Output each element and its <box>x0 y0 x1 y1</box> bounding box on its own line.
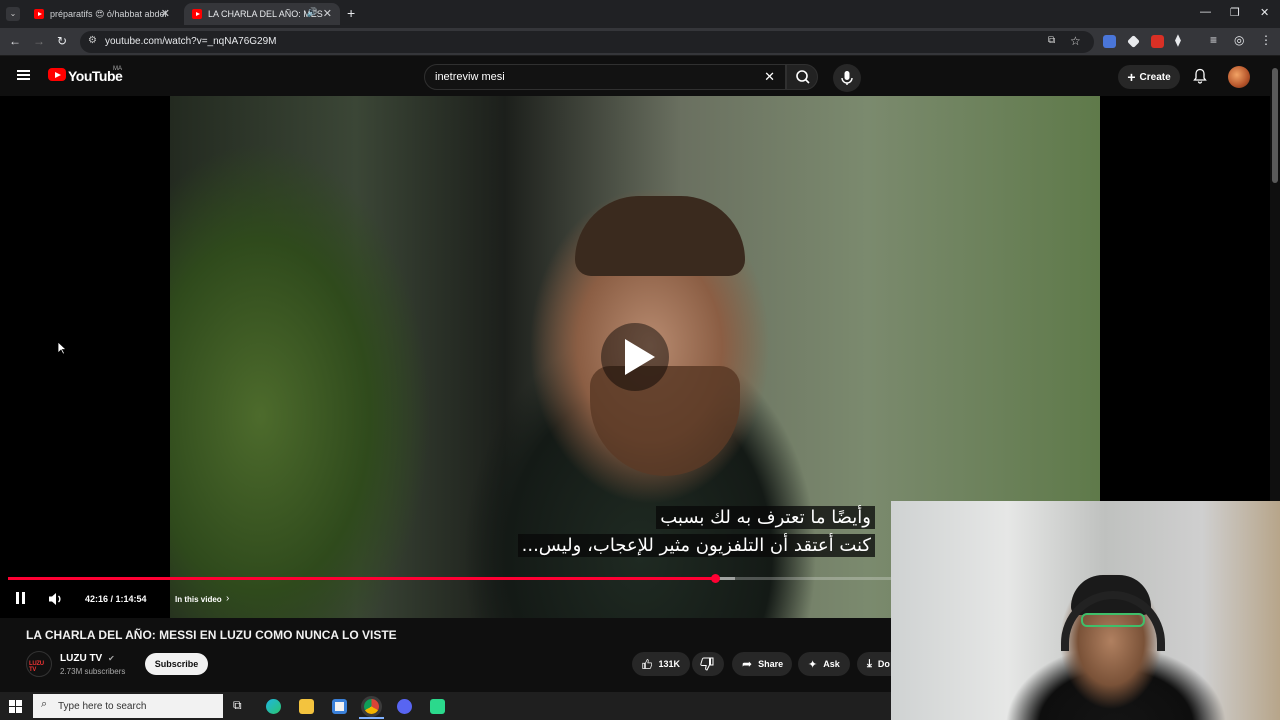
scrollbar-thumb[interactable] <box>1272 68 1278 183</box>
close-tab-icon[interactable]: ✕ <box>161 7 170 20</box>
profile-icon[interactable]: ◎ <box>1234 33 1244 47</box>
address-bar[interactable]: ⚙ youtube.com/watch?v=_nqNA76G29M ⧉ ☆ <box>80 31 1094 53</box>
store-icon[interactable] <box>332 699 347 714</box>
taskbar-search-placeholder: Type here to search <box>58 701 147 712</box>
play-overlay-icon[interactable] <box>601 323 669 391</box>
subscriber-count: 2.73M subscribers <box>60 667 126 676</box>
pdf-extension-icon[interactable] <box>1151 35 1164 48</box>
youtube-header: YouTube MA inetreviw mesi ✕ + Create <box>0 56 1280 96</box>
download-label: Do <box>877 659 890 669</box>
notifications-bell-icon[interactable] <box>1192 68 1208 84</box>
volume-icon[interactable] <box>48 592 64 606</box>
share-label: Share <box>758 659 784 669</box>
search-query-text: inetreviw mesi <box>435 71 505 83</box>
video-title: LA CHARLA DEL AÑO: MESSI EN LUZU COMO NU… <box>26 628 397 642</box>
close-tab-icon[interactable]: ✕ <box>323 7 332 20</box>
download-icon: ⤓ <box>867 657 872 670</box>
audio-playing-icon[interactable]: 🔊 <box>307 7 318 18</box>
video-hair <box>575 196 745 276</box>
url-text: youtube.com/watch?v=_nqNA76G29M <box>105 36 277 47</box>
browser-toolbar: ← → ↻ ⚙ youtube.com/watch?v=_nqNA76G29M … <box>0 28 1280 56</box>
tab-search-icon[interactable]: ⌄ <box>6 7 20 21</box>
create-label: Create <box>1139 71 1171 83</box>
site-info-icon[interactable]: ⚙ <box>88 35 97 46</box>
discord-icon[interactable] <box>397 699 412 714</box>
pause-icon <box>16 592 19 604</box>
country-code: MA <box>113 66 122 72</box>
dislike-button[interactable] <box>692 652 724 676</box>
extensions-puzzle-icon[interactable]: ⧫ <box>1175 33 1181 47</box>
restore-icon[interactable]: ❐ <box>1230 6 1240 19</box>
windows-start-icon[interactable] <box>9 700 22 713</box>
channel-name-text: LUZU TV <box>60 653 103 664</box>
browser-tab-bar: ⌄ préparatifs 😍 ό/habbat abdel ✕ LA CHAR… <box>0 0 1280 28</box>
search-icon: ⌕ <box>41 698 48 710</box>
download-button[interactable]: ⤓ Do <box>857 652 891 676</box>
create-button[interactable]: + Create <box>1118 65 1180 89</box>
pause-button[interactable] <box>15 592 27 604</box>
sparkle-icon: ✦ <box>808 658 818 671</box>
clear-search-icon[interactable]: ✕ <box>764 69 775 85</box>
task-view-icon[interactable]: ⧉ <box>233 698 242 713</box>
ask-label: Ask <box>823 659 840 669</box>
chrome-icon[interactable] <box>364 699 379 714</box>
forward-icon[interactable]: → <box>33 34 45 48</box>
extension-icon[interactable] <box>1127 35 1140 48</box>
app-icon[interactable] <box>430 699 445 714</box>
install-app-icon[interactable]: ⧉ <box>1048 35 1055 46</box>
youtube-favicon-icon <box>192 9 202 19</box>
verified-badge-icon: ✔ <box>108 654 115 663</box>
active-app-indicator <box>359 717 384 719</box>
channel-name[interactable]: LUZU TV ✔ <box>60 653 115 664</box>
minimize-icon[interactable]: — <box>1200 6 1211 18</box>
microphone-icon <box>841 71 853 85</box>
browser-tab-1[interactable]: préparatifs 😍 ό/habbat abdel ✕ <box>26 3 178 25</box>
new-tab-button[interactable]: + <box>347 5 355 21</box>
chapter-label: In this video <box>175 595 222 604</box>
taskbar-search-input[interactable]: ⌕ Type here to search <box>33 694 223 718</box>
ask-button[interactable]: ✦ Ask <box>798 652 850 676</box>
share-button[interactable]: ➦ Share <box>732 652 792 676</box>
browser-tab-2[interactable]: LA CHARLA DEL AÑO: MES 🔊 ✕ <box>184 3 340 25</box>
glasses-icon <box>1081 613 1145 627</box>
search-icon <box>796 70 810 84</box>
channel-avatar[interactable]: LUZU TV <box>26 651 52 677</box>
channel-avatar-text: LUZU TV <box>29 661 44 673</box>
windows-taskbar: ⌕ Type here to search ⧉ <box>0 692 891 720</box>
like-count: 131K <box>658 659 680 669</box>
webcam-overlay <box>891 501 1280 720</box>
progress-played <box>8 577 716 580</box>
like-button[interactable]: 131K <box>632 652 690 676</box>
subtitle-line-1: وأيضًا ما تعترف به لك بسبب <box>656 506 875 529</box>
page-scrollbar[interactable] <box>1270 56 1280 501</box>
chevron-right-icon: › <box>226 593 230 604</box>
voice-search-button[interactable] <box>833 64 861 92</box>
account-avatar[interactable] <box>1228 66 1250 88</box>
bookmark-star-icon[interactable]: ☆ <box>1070 34 1081 48</box>
thumbs-down-icon <box>700 657 714 671</box>
back-icon[interactable]: ← <box>9 34 21 48</box>
tab-label: préparatifs 😍 ό/habbat abdel <box>50 8 167 19</box>
progress-scrubber[interactable] <box>710 574 720 583</box>
reload-icon[interactable]: ↻ <box>57 34 67 48</box>
time-display: 42:16 / 1:14:54 <box>85 594 147 604</box>
search-button[interactable] <box>786 64 818 90</box>
subscribe-button[interactable]: Subscribe <box>145 653 208 675</box>
edge-icon[interactable] <box>266 699 281 714</box>
search-input[interactable]: inetreviw mesi ✕ <box>424 64 786 90</box>
hamburger-menu-icon[interactable] <box>17 70 30 80</box>
browser-menu-icon[interactable]: ⋮ <box>1260 33 1272 47</box>
window-close-icon[interactable]: ✕ <box>1260 6 1269 19</box>
translate-extension-icon[interactable] <box>1103 35 1116 48</box>
share-icon: ➦ <box>742 657 753 671</box>
plus-icon: + <box>1127 69 1136 85</box>
subtitle-line-2: كنت أعتقد أن التلفزيون مثير للإعجاب، ولي… <box>517 534 875 557</box>
file-explorer-icon[interactable] <box>299 699 314 714</box>
thumbs-up-icon <box>642 659 653 669</box>
reading-list-icon[interactable]: ≡ <box>1210 33 1217 47</box>
youtube-logo-icon[interactable] <box>48 68 66 81</box>
youtube-favicon-icon <box>34 9 44 19</box>
mouse-cursor-icon <box>57 341 67 355</box>
tab-label: LA CHARLA DEL AÑO: MES <box>208 9 323 19</box>
